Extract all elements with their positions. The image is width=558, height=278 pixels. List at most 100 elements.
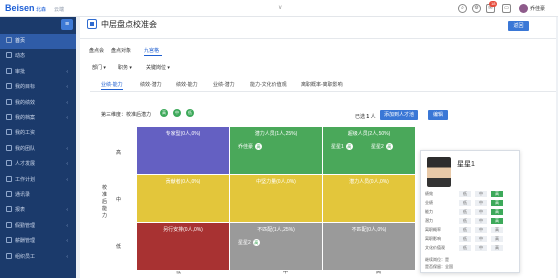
sidebar-item[interactable]: 报表 ‹ <box>0 203 76 218</box>
attribute-label: 能力 <box>425 209 433 214</box>
grid-cell-title: 潜力人员(0人,0%) <box>349 179 389 185</box>
potential-tag: 高 <box>252 239 260 246</box>
avatar[interactable] <box>519 4 528 13</box>
grid-cell[interactable]: 不匹配(0人,0%) <box>323 223 416 271</box>
logo-cn: 北森 <box>36 7 47 13</box>
level-badge: 高 <box>491 218 503 224</box>
grid-cell-title: 潜力人员(1人,25%) <box>254 131 298 137</box>
tab-performance-ability[interactable]: 业绩-能力 <box>101 80 123 90</box>
filter-position[interactable]: 职务 ▾ <box>118 64 132 71</box>
dimension-dot-high[interactable]: 高 <box>160 109 168 117</box>
chevron-icon: ‹ <box>66 253 68 260</box>
level-badge: 中 <box>475 245 487 251</box>
grid-cell-title: 贡献者(0人,0%) <box>165 179 201 185</box>
subtab-nine-grid[interactable]: 九宫格 <box>144 47 159 54</box>
y-axis-label: 校准后能力 <box>102 185 108 219</box>
chevron-icon: ‹ <box>66 145 68 152</box>
grid-cell-title: 专家型(0人,0%) <box>165 131 201 137</box>
sidebar-item[interactable]: 人才发展 ‹ <box>0 157 76 172</box>
edit-button[interactable]: 编辑 <box>428 110 448 120</box>
grid-cell-title: 超级人员(2人,50%) <box>347 131 391 137</box>
person-chip[interactable]: 星星2 高 <box>371 143 393 150</box>
sidebar-item[interactable]: 我的目标 ‹ <box>0 80 76 95</box>
sidebar-item[interactable]: 假勤管理 ‹ <box>0 219 76 234</box>
potential-tag: 高 <box>385 143 393 150</box>
chevron-icon: ‹ <box>66 99 68 106</box>
level-badge: 低 <box>459 227 471 233</box>
grid-cell-title: 中坚力量(0人,0%) <box>256 179 296 185</box>
person-name: 星星1 <box>457 161 475 168</box>
filter-key-post[interactable]: 关键岗位 ▾ <box>146 64 170 71</box>
mail-icon[interactable]: ▭ <box>502 4 511 13</box>
attribute-label: 潜力 <box>425 218 433 223</box>
level-badge: 高 <box>491 200 503 206</box>
sidebar-item[interactable]: 工作计划 ‹ <box>0 173 76 188</box>
selected-count: 已选 1 人 <box>355 114 376 120</box>
chevron-icon: ‹ <box>66 84 68 91</box>
grid-cell[interactable]: 超级人员(2人,50%) 星星1 高星星2 高 <box>323 127 416 175</box>
sidebar-item[interactable]: 审批 ‹ <box>0 65 76 80</box>
row-label-low: 低 <box>116 244 122 250</box>
grid-cell-title: 不匹配(0人,0%) <box>351 227 387 233</box>
person-chip[interactable]: 乔佳豪高 <box>238 143 263 150</box>
grid-cell[interactable]: 贡献者(0人,0%) <box>137 175 230 223</box>
level-badge: 中 <box>475 191 487 197</box>
sidebar-item-label: 我的团队 <box>15 145 36 152</box>
sidebar-item[interactable]: 首页 <box>0 34 76 49</box>
dimension-dot-low[interactable]: 低 <box>186 109 194 117</box>
tab-turnover[interactable]: 离职概率-离职影响 <box>301 80 343 90</box>
level-badge: 低 <box>459 200 471 206</box>
chevron-icon: ‹ <box>66 68 68 75</box>
sidebar-item-label: 人才发展 <box>15 161 36 168</box>
sidebar-item[interactable]: 我的绩效 ‹ <box>0 96 76 111</box>
attribute-label: 离职影响 <box>425 236 441 241</box>
sidebar-item[interactable]: 薪酬管理 ‹ <box>0 234 76 249</box>
person-chip[interactable]: 星星2 高 <box>238 239 260 246</box>
grid-cell[interactable]: 不匹配(1人,25%) 星星2 高 <box>230 223 323 271</box>
sidebar-item[interactable]: 我的工资 <box>0 126 76 141</box>
attendance-icon <box>6 221 12 228</box>
level-badge: 高 <box>491 209 503 215</box>
profile-icon <box>6 114 12 120</box>
sidebar-item-label: 我的档案 <box>15 115 36 121</box>
level-badge: 中 <box>475 200 487 206</box>
sidebar-item-label: 我的目标 <box>15 84 36 91</box>
header-divider <box>80 38 556 39</box>
sidebar-item[interactable]: 通讯录 <box>0 188 76 203</box>
dimension-dot-mid[interactable]: 中 <box>173 109 181 117</box>
grid-cell[interactable]: 另行安排(0人,0%) <box>137 223 230 271</box>
salary-icon <box>6 129 12 136</box>
level-badge: 低 <box>459 245 471 251</box>
subtab-objects[interactable]: 盘点对象 <box>111 47 131 54</box>
grid-cell[interactable]: 中坚力量(0人,0%) <box>230 175 323 223</box>
level-badge: 低 <box>459 218 471 224</box>
settings-icon[interactable]: ⚙ <box>472 4 481 13</box>
attribute-label: 离职概率 <box>425 227 441 232</box>
filter-department[interactable]: 部门 ▾ <box>92 64 106 71</box>
sidebar-item[interactable]: 我的团队 ‹ <box>0 142 76 157</box>
sidebar-item[interactable]: 动态 <box>0 49 76 64</box>
add-to-talent-pool-button[interactable]: 添加到人才池 <box>380 110 418 120</box>
attribute-label: 业绩 <box>425 200 433 205</box>
search-icon[interactable]: ⌕ <box>458 4 467 13</box>
grid-cell[interactable]: 潜力人员(0人,0%) <box>323 175 416 223</box>
subtab-meeting[interactable]: 盘点会 <box>89 47 104 54</box>
sidebar-item[interactable]: 组织员工 ‹ <box>0 250 76 265</box>
performance-icon <box>6 98 12 105</box>
person-chip-name: 星星1 <box>331 144 344 150</box>
top-bar: Beisen 北森 云端 ∨ ⌕ ⚙ ✉ 18 ▭ 乔佳豪 <box>0 0 558 17</box>
chevron-down-icon[interactable]: ∨ <box>278 4 282 11</box>
sidebar-item[interactable]: 我的档案 ‹ <box>0 111 76 126</box>
username[interactable]: 乔佳豪 <box>530 5 545 12</box>
back-button[interactable]: 返回 <box>508 21 529 31</box>
sidebar-item-label: 我的绩效 <box>15 99 36 106</box>
compensation-icon <box>6 237 12 244</box>
grid-cell[interactable]: 潜力人员(1人,25%) 乔佳豪高 <box>230 127 323 175</box>
grid-cell[interactable]: 专家型(0人,0%) <box>137 127 230 175</box>
person-chip[interactable]: 星星1 高 <box>331 143 353 150</box>
tab-ability-culture[interactable]: 能力-文化价值观 <box>250 80 287 90</box>
tab-results-ability[interactable]: 绩效-能力 <box>176 80 198 90</box>
tab-results-potential[interactable]: 绩效-潜力 <box>140 80 162 90</box>
menu-toggle-button[interactable]: ≡ <box>61 19 73 30</box>
tab-performance-potential[interactable]: 业绩-潜力 <box>213 80 235 90</box>
